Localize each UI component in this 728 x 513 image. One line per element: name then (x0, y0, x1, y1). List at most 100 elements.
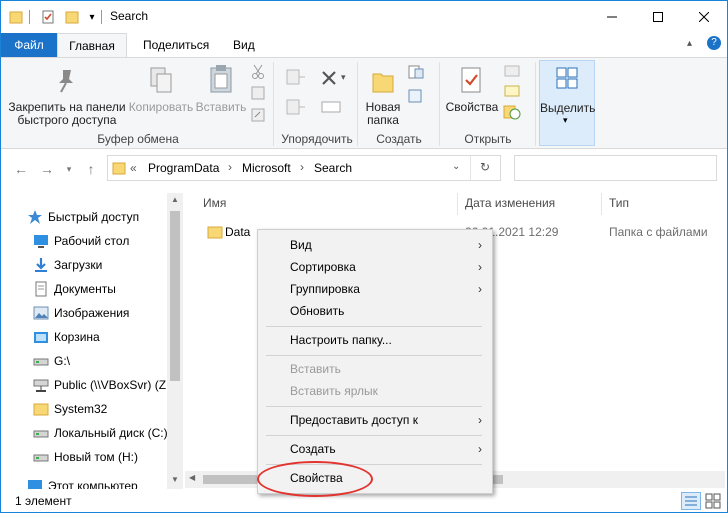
column-header-date[interactable]: Дата изменения (465, 194, 555, 214)
history-icon[interactable] (503, 104, 521, 123)
chevron-right-icon[interactable]: › (228, 160, 232, 174)
menu-item-new[interactable]: Создать › (258, 438, 492, 460)
edit-icon[interactable] (503, 84, 521, 101)
nav-item-pictures[interactable]: Изображения (33, 301, 183, 325)
nav-item-public-z[interactable]: Public (\\VBoxSvr) (Z (33, 373, 183, 397)
open-group-label: Открыть (464, 132, 512, 146)
forward-icon[interactable]: → (37, 159, 57, 179)
item-count: 1 элемент (15, 494, 72, 508)
chevron-down-icon[interactable]: ▼ (171, 475, 179, 484)
breadcrumb-microsoft[interactable]: Microsoft (242, 161, 291, 175)
tab-file[interactable]: Файл (1, 33, 57, 57)
properties-button[interactable]: Свойства (443, 60, 501, 130)
ribbon-tabs: Файл Главная Поделиться Вид ▴ ? (1, 33, 727, 58)
rename-icon[interactable] (321, 100, 341, 117)
tab-view[interactable]: Вид (221, 33, 267, 57)
customize-toolbar-icon[interactable]: ▾ (83, 8, 101, 26)
star-icon (27, 209, 43, 225)
breadcrumb-search[interactable]: Search (314, 161, 352, 175)
new-folder-quick-icon[interactable] (63, 8, 81, 26)
chevron-down-icon: ▾ (563, 115, 568, 125)
chevron-right-icon[interactable]: › (300, 160, 304, 174)
pictures-icon (33, 305, 49, 321)
pin-quick-access-button[interactable]: Закрепить на панели быстрого доступа (7, 60, 127, 130)
nav-item-local-disk-c[interactable]: Локальный диск (C:) (33, 421, 183, 445)
create-group-label: Создать (376, 132, 422, 146)
nav-item-quick-access[interactable]: Быстрый доступ (27, 205, 183, 229)
nav-item-documents[interactable]: Документы (33, 277, 183, 301)
back-icon[interactable]: ← (11, 159, 31, 179)
title-bar: ▾ Search (1, 1, 727, 33)
up-icon[interactable]: ↑ (81, 159, 101, 179)
chevron-up-icon[interactable]: ▲ (171, 195, 179, 204)
properties-quick-icon[interactable] (39, 8, 57, 26)
breadcrumb-overflow[interactable]: « (130, 161, 137, 175)
paste-button[interactable]: Вставить (195, 60, 247, 130)
new-item-icon[interactable] (407, 64, 425, 83)
tab-home[interactable]: Главная (57, 33, 127, 58)
chevron-right-icon: › (478, 442, 482, 456)
search-input[interactable] (514, 155, 717, 181)
address-bar[interactable]: « ProgramData › Microsoft › Search ⌄ ↻ (107, 155, 501, 181)
new-folder-icon (371, 68, 395, 97)
column-header-name[interactable]: Имя (203, 194, 226, 214)
nav-item-recycle-bin[interactable]: Корзина (33, 325, 183, 349)
copy-icon (149, 66, 173, 97)
file-name: Data (225, 225, 251, 239)
file-type: Папка с файлами (609, 225, 708, 239)
delete-icon[interactable] (321, 70, 337, 89)
nav-item-drive-g[interactable]: G:\ (33, 349, 183, 373)
properties-icon (459, 66, 483, 97)
network-drive-icon (33, 377, 49, 393)
menu-item-customize-folder[interactable]: Настроить папку... (258, 329, 492, 351)
highlight-oval (257, 461, 373, 497)
minimize-icon[interactable] (589, 1, 635, 32)
copy-to-icon[interactable] (285, 98, 307, 121)
nav-item-desktop[interactable]: Рабочий стол (33, 229, 183, 253)
navigation-pane: Быстрый доступ Рабочий стол Загрузки Док… (1, 193, 183, 489)
chevron-left-icon[interactable]: ◀ (189, 473, 195, 482)
nav-item-system32[interactable]: System32 (33, 397, 183, 421)
column-header-type[interactable]: Тип (609, 194, 629, 214)
breadcrumb-programdata[interactable]: ProgramData (148, 161, 219, 175)
cut-icon[interactable] (251, 64, 265, 83)
large-icons-view-icon[interactable] (705, 493, 721, 512)
select-button[interactable]: Выделить ▾ (539, 60, 595, 146)
maximize-icon[interactable] (635, 1, 681, 32)
copy-path-icon[interactable] (251, 86, 265, 103)
menu-item-refresh[interactable]: Обновить (258, 300, 492, 322)
window-title: Search (110, 9, 149, 23)
paste-icon (209, 64, 233, 97)
chevron-down-icon[interactable]: ▾ (341, 72, 346, 83)
download-icon (33, 257, 49, 273)
scroll-thumb[interactable] (170, 211, 180, 381)
menu-item-paste: Вставить (290, 362, 341, 376)
nav-item-downloads[interactable]: Загрузки (33, 253, 183, 277)
menu-item-group[interactable]: Группировка › (258, 278, 492, 300)
details-view-icon[interactable] (681, 492, 701, 510)
tab-share[interactable]: Поделиться (131, 33, 221, 57)
new-folder-button[interactable]: Новая папка (361, 60, 405, 130)
easy-access-icon[interactable] (407, 88, 425, 107)
drive-icon (33, 353, 49, 369)
documents-icon (33, 281, 49, 297)
menu-item-share[interactable]: Предоставить доступ к › (258, 409, 492, 431)
open-icon[interactable] (503, 64, 521, 81)
move-to-icon[interactable] (285, 68, 307, 91)
close-icon[interactable] (681, 1, 727, 32)
menu-item-view[interactable]: Вид › (258, 234, 492, 256)
nav-item-this-pc[interactable]: Этот компьютер (27, 479, 183, 489)
chevron-up-icon[interactable]: ▴ (687, 38, 692, 49)
menu-item-sort[interactable]: Сортировка › (258, 256, 492, 278)
refresh-icon[interactable]: ↻ (480, 160, 490, 174)
paste-shortcut-icon[interactable] (251, 108, 265, 125)
nav-item-new-volume-h[interactable]: Новый том (H:) (33, 445, 183, 469)
copy-button[interactable]: Копировать (127, 60, 195, 130)
recent-locations-icon[interactable]: ▾ (59, 159, 79, 179)
folder-icon (207, 224, 223, 243)
help-icon[interactable]: ? (707, 36, 721, 50)
chevron-right-icon: › (478, 260, 482, 274)
address-dropdown-icon[interactable]: ⌄ (452, 161, 460, 172)
pin-icon (55, 68, 77, 97)
nav-pane-scrollbar[interactable]: ▲ ▼ (167, 193, 183, 489)
